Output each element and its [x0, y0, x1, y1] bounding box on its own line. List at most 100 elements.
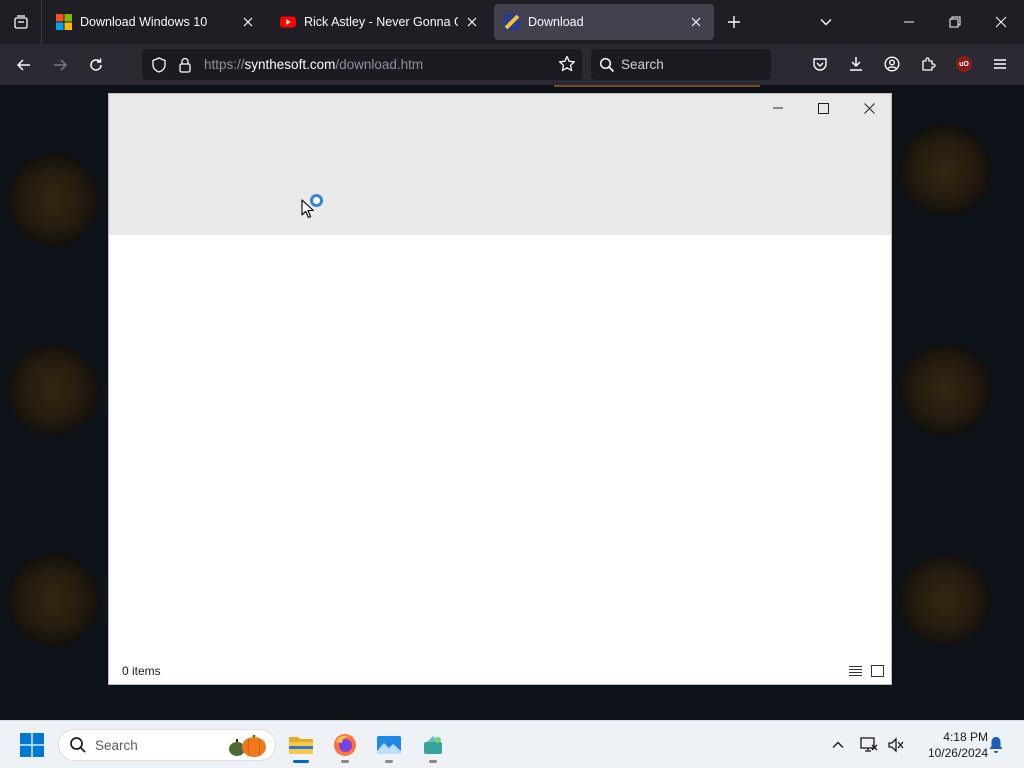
minimize-icon	[773, 107, 783, 109]
downloads-button[interactable]	[838, 48, 874, 80]
firefox-view-icon	[13, 15, 28, 29]
browser-restore-button[interactable]	[932, 0, 978, 44]
windows-logo-icon	[56, 14, 72, 30]
taskbar: Search 4:18 PM 10/26/2024	[0, 720, 1024, 768]
reload-button[interactable]	[78, 49, 114, 81]
browser-tab-bar: Download Windows 10 Rick Astley - Never …	[0, 0, 1024, 44]
search-icon	[599, 57, 615, 72]
tab-close-button[interactable]	[688, 14, 704, 30]
tab-download-windows-10[interactable]: Download Windows 10	[46, 4, 266, 40]
tab-close-button[interactable]	[464, 14, 480, 30]
back-button[interactable]	[6, 49, 42, 81]
tab-title: Download	[528, 15, 584, 29]
running-indicator	[341, 760, 349, 763]
background-ornament	[0, 136, 117, 264]
close-icon	[863, 102, 875, 114]
details-view-icon	[848, 666, 862, 676]
url-scheme: https://	[204, 57, 245, 72]
tab-close-button[interactable]	[240, 14, 256, 30]
network-status-button[interactable]	[855, 731, 883, 759]
clock-date: 10/26/2024	[927, 746, 988, 760]
tab-download[interactable]: Download	[494, 4, 714, 40]
start-button[interactable]	[14, 731, 50, 759]
restore-icon	[949, 16, 961, 28]
windows-start-icon	[20, 733, 44, 757]
window-minimize-button[interactable]	[755, 94, 801, 122]
pocket-button[interactable]	[802, 48, 838, 80]
account-button[interactable]	[874, 48, 910, 80]
mouse-cursor-icon	[301, 199, 314, 219]
status-bar: 0 items	[109, 658, 891, 684]
taskbar-search-placeholder: Search	[95, 737, 138, 753]
url-domain: synthesoft.com	[244, 57, 336, 72]
reload-icon	[90, 58, 102, 71]
photos-icon	[377, 736, 401, 754]
bookmark-star-icon[interactable]	[558, 55, 576, 76]
background-ornament	[881, 326, 1009, 454]
background-ornament	[881, 106, 1009, 234]
window-close-button[interactable]	[846, 94, 892, 122]
firefox-view-button[interactable]	[0, 0, 42, 44]
extensions-button[interactable]	[910, 48, 946, 80]
volume-button[interactable]	[882, 731, 910, 759]
synthesoft-icon	[504, 14, 520, 30]
tab-title: Download Windows 10	[80, 15, 208, 29]
app-menu-button[interactable]	[982, 48, 1018, 80]
large-icons-view-icon	[870, 665, 884, 677]
background-ornament	[0, 536, 117, 664]
search-input[interactable]: Search	[591, 49, 771, 80]
download-icon	[850, 57, 862, 71]
firefox-icon	[334, 734, 356, 756]
window-maximize-button[interactable]	[800, 94, 846, 122]
forward-button[interactable]	[42, 49, 78, 81]
browser-navigation-bar: https://synthesoft.com/download.htm Sear…	[0, 44, 1024, 85]
details-view-button[interactable]	[847, 663, 863, 679]
close-icon	[691, 17, 701, 27]
running-indicator	[385, 760, 393, 763]
plus-icon	[728, 16, 740, 28]
ublock-origin-icon: uO	[956, 56, 972, 72]
close-icon	[243, 17, 253, 27]
url-text: https://synthesoft.com/download.htm	[204, 57, 423, 72]
chevron-up-icon	[832, 741, 844, 748]
maximize-icon	[817, 102, 829, 114]
explorer-header	[109, 94, 891, 235]
pocket-icon	[813, 58, 827, 71]
lock-icon[interactable]	[172, 50, 198, 80]
taskbar-file-explorer-button[interactable]	[281, 727, 321, 763]
new-tab-button[interactable]	[714, 0, 754, 44]
chevron-down-icon	[820, 19, 832, 26]
taskbar-search-input[interactable]: Search	[58, 729, 276, 761]
address-bar[interactable]: https://synthesoft.com/download.htm	[142, 49, 582, 80]
item-count: 0 items	[122, 664, 161, 678]
taskbar-photos-button[interactable]	[369, 727, 409, 763]
puzzle-icon	[922, 57, 936, 71]
toolbar-right: uO	[802, 48, 1018, 80]
ublock-origin-button[interactable]: uO	[946, 48, 982, 80]
clock-time: 4:18 PM	[943, 730, 988, 744]
show-hidden-icons-button[interactable]	[824, 731, 852, 759]
tracking-protection-shield-icon[interactable]	[146, 50, 172, 80]
tab-rick-astley[interactable]: Rick Astley - Never Gonna Give	[270, 4, 490, 40]
network-icon	[860, 737, 878, 752]
close-icon	[467, 17, 477, 27]
close-icon	[995, 16, 1007, 28]
volume-muted-icon	[888, 737, 904, 753]
running-indicator	[293, 760, 309, 763]
browser-close-button[interactable]	[978, 0, 1024, 44]
search-highlight-pumpkin-icon	[229, 735, 266, 757]
bell-icon	[989, 737, 1003, 753]
tab-title: Rick Astley - Never Gonna Give	[304, 15, 458, 29]
explorer-window: 0 items	[108, 93, 892, 685]
list-all-tabs-button[interactable]	[806, 0, 846, 44]
running-indicator	[429, 760, 437, 763]
large-icons-view-button[interactable]	[869, 663, 885, 679]
browser-minimize-button[interactable]	[886, 0, 932, 44]
taskbar-firefox-button[interactable]	[325, 727, 365, 763]
notifications-button[interactable]	[982, 731, 1010, 759]
account-icon	[884, 56, 900, 72]
taskbar-extra-app-button[interactable]	[413, 727, 453, 763]
arrow-left-icon	[16, 58, 30, 71]
page-accent-bar	[554, 85, 760, 87]
taskbar-clock[interactable]: 4:18 PM 10/26/2024	[912, 729, 988, 761]
